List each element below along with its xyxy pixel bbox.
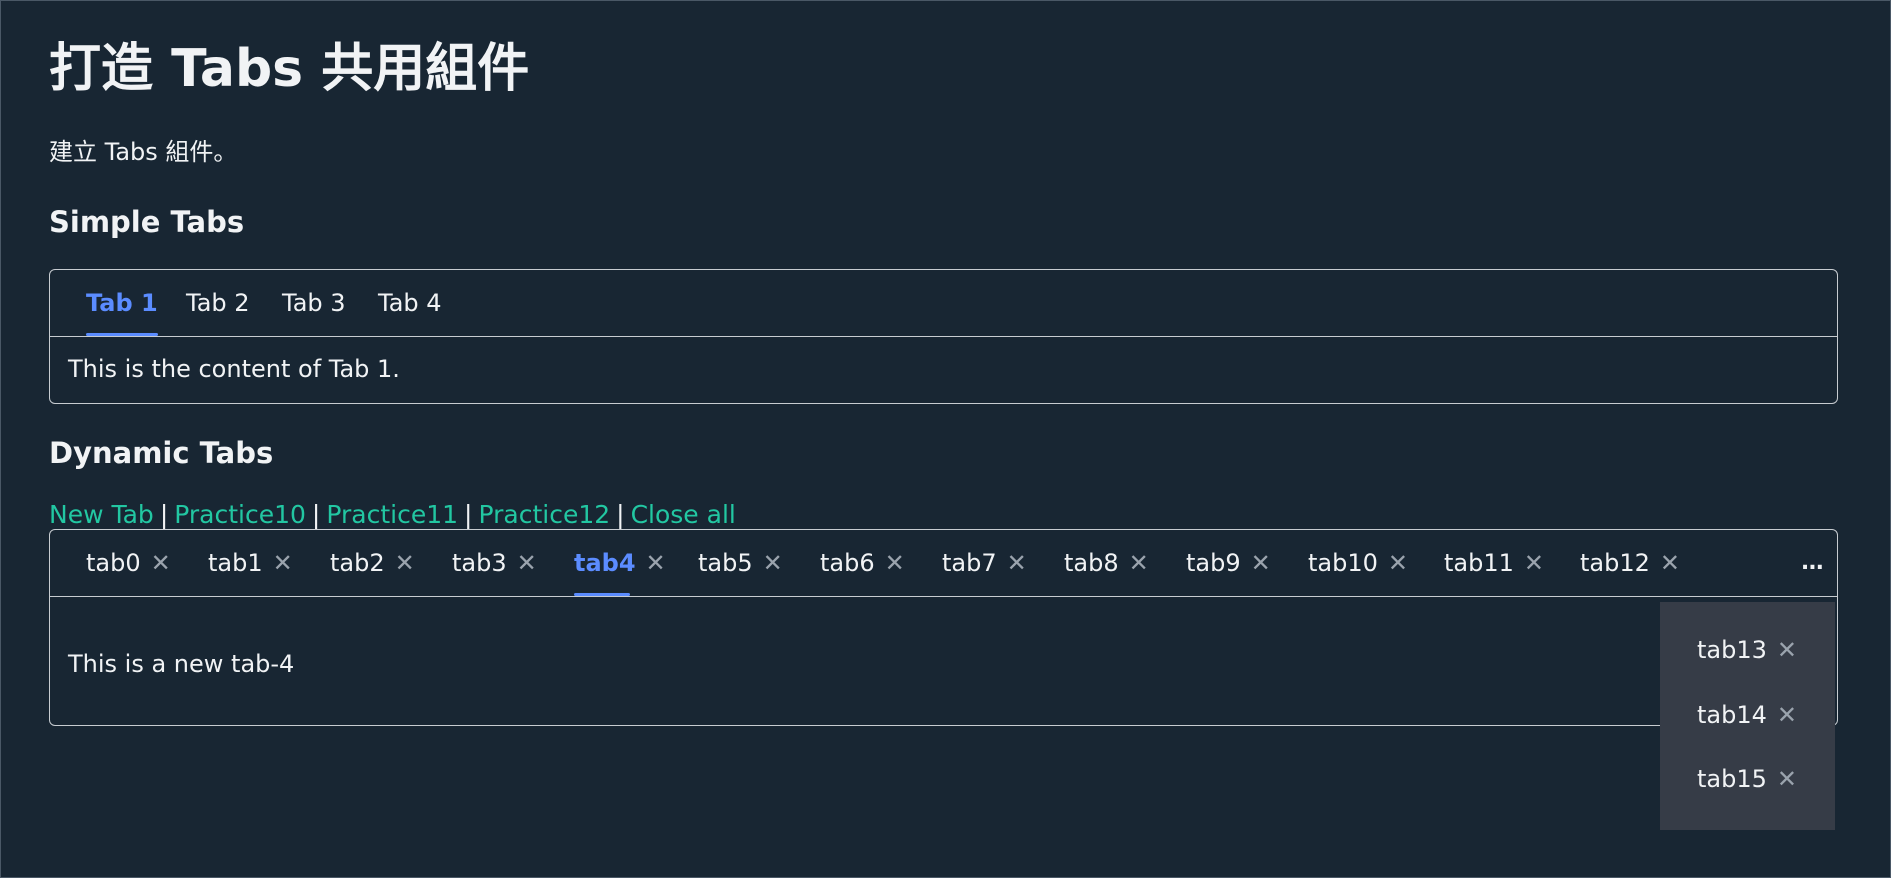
close-icon[interactable]: ✕ xyxy=(1777,701,1797,729)
simple-tab-4[interactable]: Tab 4 xyxy=(378,270,442,336)
tab-label: tab14 xyxy=(1697,701,1767,729)
overflow-tab[interactable]: tab15 ✕ xyxy=(1697,761,1797,797)
close-icon[interactable]: ✕ xyxy=(1251,549,1271,577)
dynamic-tab[interactable]: tab6 ✕ xyxy=(820,530,905,596)
tab-label: tab4 xyxy=(574,549,636,577)
simple-tab-2[interactable]: Tab 2 xyxy=(186,270,250,336)
new-tab-link[interactable]: New Tab xyxy=(49,500,154,529)
tab-label: tab5 xyxy=(698,549,753,577)
tab-label: tab6 xyxy=(820,549,875,577)
dynamic-tab[interactable]: tab12 ✕ xyxy=(1580,530,1680,596)
close-icon[interactable]: ✕ xyxy=(885,549,905,577)
close-icon[interactable]: ✕ xyxy=(1777,765,1797,793)
tab-label: tab12 xyxy=(1580,549,1650,577)
tab-label: tab0 xyxy=(86,549,141,577)
tab-label: tab9 xyxy=(1186,549,1241,577)
dynamic-tab-active[interactable]: tab4 ✕ xyxy=(574,530,666,596)
tab-label: tab10 xyxy=(1308,549,1378,577)
dynamic-tab[interactable]: tab9 ✕ xyxy=(1186,530,1271,596)
dynamic-tab[interactable]: tab7 ✕ xyxy=(942,530,1027,596)
close-icon[interactable]: ✕ xyxy=(395,549,415,577)
dynamic-tab[interactable]: tab2 ✕ xyxy=(330,530,415,596)
ellipsis-icon[interactable]: ... xyxy=(1801,530,1824,596)
close-icon[interactable]: ✕ xyxy=(517,549,537,577)
dynamic-tab[interactable]: tab10 ✕ xyxy=(1308,530,1408,596)
action-separator: | xyxy=(464,500,473,529)
simple-tabs-heading: Simple Tabs xyxy=(49,205,245,239)
dynamic-tab[interactable]: tab3 ✕ xyxy=(452,530,537,596)
close-icon[interactable]: ✕ xyxy=(1129,549,1149,577)
simple-tab-3[interactable]: Tab 3 xyxy=(282,270,346,336)
tab-label: tab11 xyxy=(1444,549,1514,577)
simple-tab-1[interactable]: Tab 1 xyxy=(86,270,158,336)
overflow-tab[interactable]: tab13 ✕ xyxy=(1697,632,1797,668)
close-icon[interactable]: ✕ xyxy=(1524,549,1544,577)
tab-label: tab1 xyxy=(208,549,263,577)
dynamic-tab[interactable]: tab8 ✕ xyxy=(1064,530,1149,596)
dynamic-tab-content: This is a new tab-4 xyxy=(68,650,295,678)
close-icon[interactable]: ✕ xyxy=(646,549,666,577)
simple-tab-content: This is the content of Tab 1. xyxy=(68,355,400,383)
dynamic-tab[interactable]: tab5 ✕ xyxy=(698,530,783,596)
dynamic-tabs-panel: tab0 ✕ tab1 ✕ tab2 ✕ tab3 ✕ tab4 ✕ tab5 ✕ tab6… xyxy=(49,529,1838,726)
tab-label: tab13 xyxy=(1697,636,1767,664)
simple-tab-bar: Tab 1 Tab 2 Tab 3 Tab 4 xyxy=(50,270,1837,337)
close-icon[interactable]: ✕ xyxy=(1007,549,1027,577)
tab-label: tab7 xyxy=(942,549,997,577)
dynamic-tab[interactable]: tab0 ✕ xyxy=(86,530,171,596)
practice12-link[interactable]: Practice12 xyxy=(478,500,610,529)
action-separator: | xyxy=(159,500,169,529)
close-icon[interactable]: ✕ xyxy=(1660,549,1680,577)
page-title: 打造 Tabs 共用組件 xyxy=(49,39,530,99)
overflow-tab[interactable]: tab14 ✕ xyxy=(1697,697,1797,733)
dynamic-tab[interactable]: tab11 ✕ xyxy=(1444,530,1544,596)
tab-label: tab15 xyxy=(1697,765,1767,793)
dynamic-tab-bar: tab0 ✕ tab1 ✕ tab2 ✕ tab3 ✕ tab4 ✕ tab5 ✕ tab6… xyxy=(50,530,1837,597)
overflow-tabs-dropdown: tab13 ✕ tab14 ✕ tab15 ✕ xyxy=(1660,602,1835,830)
close-icon[interactable]: ✕ xyxy=(763,549,783,577)
dynamic-tab[interactable]: tab1 ✕ xyxy=(208,530,293,596)
close-icon[interactable]: ✕ xyxy=(1388,549,1408,577)
action-separator: | xyxy=(616,500,625,529)
action-separator: | xyxy=(311,500,321,529)
practice11-link[interactable]: Practice11 xyxy=(326,500,458,529)
dynamic-tabs-heading: Dynamic Tabs xyxy=(49,436,274,470)
dynamic-tabs-actions: New Tab | Practice10 | Practice11 | Practice12… xyxy=(49,497,736,533)
page-intro: 建立 Tabs 組件。 xyxy=(49,138,238,166)
tab-label: tab8 xyxy=(1064,549,1119,577)
close-icon[interactable]: ✕ xyxy=(1777,636,1797,664)
close-icon[interactable]: ✕ xyxy=(273,549,293,577)
close-icon[interactable]: ✕ xyxy=(151,549,171,577)
tab-label: tab2 xyxy=(330,549,385,577)
simple-tabs-panel: Tab 1 Tab 2 Tab 3 Tab 4 This is the cont… xyxy=(49,269,1838,404)
practice10-link[interactable]: Practice10 xyxy=(174,500,306,529)
close-all-link[interactable]: Close all xyxy=(631,500,736,529)
tab-label: tab3 xyxy=(452,549,507,577)
